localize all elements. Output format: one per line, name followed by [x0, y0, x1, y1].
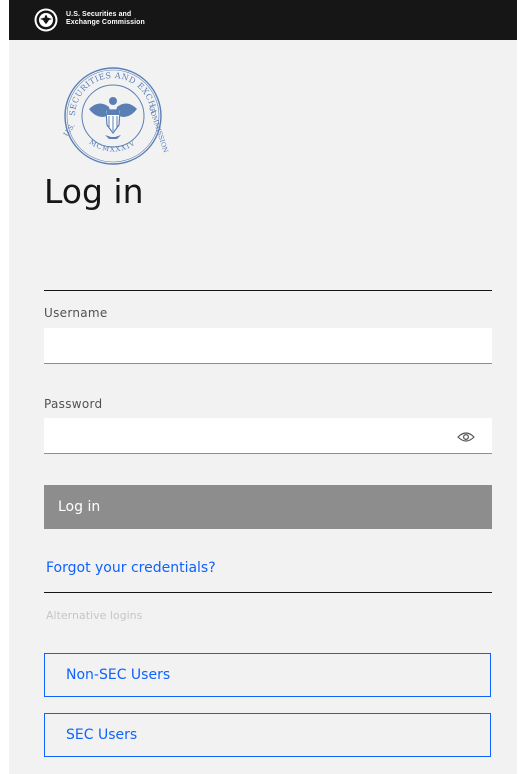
login-button[interactable]: Log in — [44, 485, 492, 529]
page-title: Log in — [44, 172, 144, 211]
username-label: Username — [44, 306, 108, 320]
agency-name-line2: Exchange Commission — [66, 19, 145, 26]
svg-text:MCMXXXIV: MCMXXXIV — [88, 138, 138, 153]
non-sec-users-button[interactable]: Non-SEC Users — [44, 653, 491, 697]
divider — [44, 592, 492, 593]
password-input[interactable] — [44, 418, 492, 454]
sec-seal-icon: SECURITIES AND EXCHANGE MCMXXXIV U.S. CO… — [53, 65, 170, 165]
page: U.S. Securities and Exchange Commission … — [0, 0, 525, 774]
top-bar: U.S. Securities and Exchange Commission — [9, 0, 517, 40]
seal-ring-text-left: U.S. — [62, 122, 77, 138]
divider — [44, 290, 492, 291]
username-input[interactable] — [44, 328, 492, 364]
agency-name: U.S. Securities and Exchange Commission — [66, 11, 145, 27]
eye-icon — [457, 432, 475, 442]
forgot-credentials-link[interactable]: Forgot your credentials? — [46, 560, 216, 576]
show-password-button[interactable] — [454, 427, 478, 447]
sec-users-button[interactable]: SEC Users — [44, 713, 491, 757]
alternative-logins-label: Alternative logins — [46, 609, 143, 622]
password-label: Password — [44, 397, 103, 411]
eagle-emblem — [89, 97, 137, 139]
login-panel: U.S. Securities and Exchange Commission … — [9, 0, 517, 774]
sec-seal-icon — [34, 8, 58, 32]
agency-name-line1: U.S. Securities and — [66, 11, 132, 18]
seal-ring-text-bottom: MCMXXXIV — [88, 138, 137, 153]
